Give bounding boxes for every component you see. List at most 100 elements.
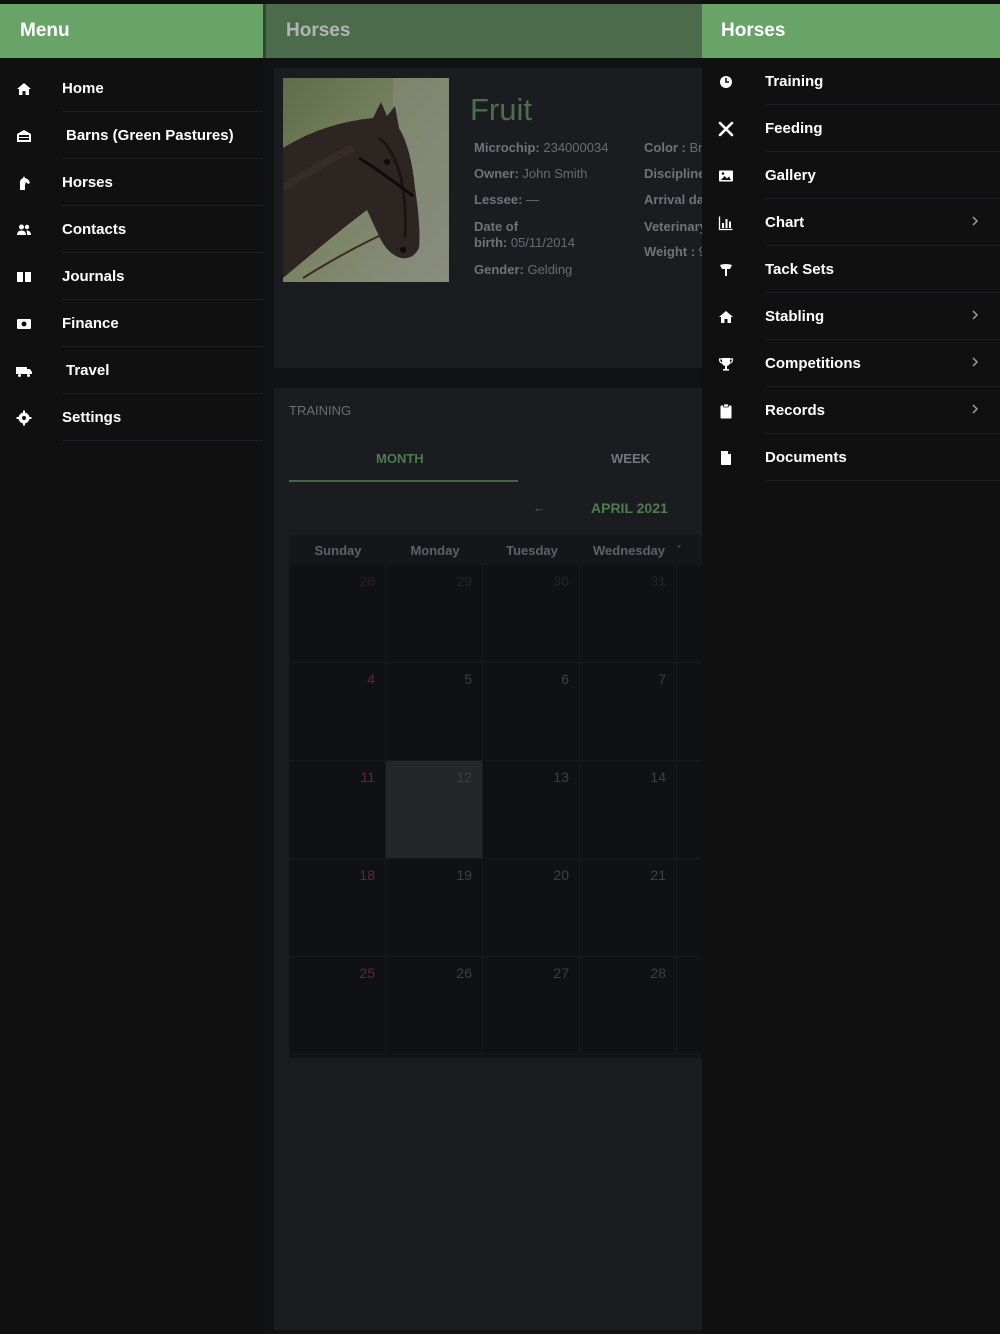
barn-icon bbox=[17, 130, 31, 142]
field-label: Arrival da bbox=[644, 192, 702, 207]
calendar-day[interactable]: 14 bbox=[580, 761, 677, 859]
calendar-day[interactable]: 26 bbox=[386, 957, 483, 1055]
menu-item-horses[interactable]: Horses bbox=[0, 159, 263, 206]
menu-list: Home Barns (Green Pastures) Horses Conta… bbox=[0, 65, 263, 441]
calendar-day[interactable]: 25 bbox=[289, 957, 386, 1055]
tab-week[interactable]: WEEK bbox=[611, 451, 650, 466]
calendar-day[interactable] bbox=[677, 761, 702, 859]
month-calendar: Sunday Monday Tuesday Wednesday ` 28 29 … bbox=[289, 535, 702, 1058]
day-number: 29 bbox=[456, 573, 472, 589]
menu-item-barns[interactable]: Barns (Green Pastures) bbox=[0, 112, 263, 159]
submenu-item-label: Chart bbox=[765, 214, 805, 231]
submenu-item-records[interactable]: Records bbox=[702, 387, 1000, 434]
calendar-weekday-header: Sunday Monday Tuesday Wednesday ` bbox=[289, 535, 702, 565]
calendar-day[interactable]: 13 bbox=[483, 761, 580, 859]
calendar-day[interactable]: 29 bbox=[386, 565, 483, 663]
menu-item-home[interactable]: Home bbox=[0, 65, 263, 112]
day-number: 21 bbox=[650, 867, 666, 883]
trophy-icon bbox=[718, 358, 734, 371]
calendar-day[interactable]: 28 bbox=[289, 565, 386, 663]
day-number: 20 bbox=[553, 867, 569, 883]
calendar-day[interactable]: 27 bbox=[483, 957, 580, 1055]
training-title: TRAINING bbox=[289, 403, 352, 418]
travel-icon bbox=[16, 367, 32, 377]
field-label: Color : bbox=[644, 140, 686, 155]
weekday-label: Wednesday bbox=[592, 543, 665, 558]
submenu-item-competitions[interactable]: Competitions bbox=[702, 340, 1000, 387]
submenu-item-stabling[interactable]: Stabling bbox=[702, 293, 1000, 340]
active-tab-indicator bbox=[289, 480, 518, 482]
journal-icon bbox=[17, 272, 31, 282]
calendar-day[interactable] bbox=[677, 859, 702, 957]
arrival-date-field: Arrival da bbox=[644, 192, 702, 208]
contacts-icon bbox=[17, 224, 31, 235]
horse-detail-page: Horses Fruit Microchip: 234000034 Owner: bbox=[263, 0, 702, 1334]
menu-item-travel[interactable]: Travel bbox=[0, 347, 263, 394]
field-value: Gelding bbox=[527, 262, 573, 277]
weight-field: Weight : 9 bbox=[644, 244, 702, 260]
submenu-item-documents[interactable]: Documents bbox=[702, 434, 1000, 481]
utensils-icon bbox=[718, 121, 734, 137]
submenu-list: Training Feeding Gallery Chart Tack Sets… bbox=[702, 58, 1000, 481]
calendar-day[interactable]: 19 bbox=[386, 859, 483, 957]
calendar-day[interactable]: 6 bbox=[483, 663, 580, 761]
day-number: 25 bbox=[359, 965, 375, 981]
weekday-label: Sunday bbox=[314, 543, 362, 558]
chevron-right-icon bbox=[972, 357, 979, 367]
calendar-day[interactable]: 28 bbox=[580, 957, 677, 1055]
day-number: 28 bbox=[359, 573, 375, 589]
submenu-item-gallery[interactable]: Gallery bbox=[702, 152, 1000, 199]
page-title: Horses bbox=[263, 4, 702, 58]
submenu-item-label: Records bbox=[765, 402, 826, 419]
day-number: 11 bbox=[360, 769, 375, 785]
submenu-item-tack-sets[interactable]: Tack Sets bbox=[702, 246, 1000, 293]
gender-field: Gender: Gelding bbox=[474, 262, 572, 278]
image-icon bbox=[719, 170, 733, 182]
calendar-day[interactable]: 11 bbox=[289, 761, 386, 859]
divider bbox=[62, 440, 263, 441]
menu-item-settings[interactable]: Settings bbox=[0, 394, 263, 441]
tack-icon bbox=[720, 264, 732, 276]
calendar-day[interactable]: 5 bbox=[386, 663, 483, 761]
weekday-label: Monday bbox=[410, 543, 460, 558]
day-number: 6 bbox=[561, 671, 569, 687]
submenu-item-label: Feeding bbox=[765, 120, 823, 137]
submenu-item-chart[interactable]: Chart bbox=[702, 199, 1000, 246]
calendar-day[interactable]: 30 bbox=[483, 565, 580, 663]
calendar-day[interactable]: 31 bbox=[580, 565, 677, 663]
calendar-day[interactable]: 20 bbox=[483, 859, 580, 957]
tab-month[interactable]: MONTH bbox=[376, 451, 424, 466]
submenu-item-label: Training bbox=[765, 73, 824, 90]
calendar-day[interactable]: 4 bbox=[289, 663, 386, 761]
submenu-item-label: Stabling bbox=[765, 308, 825, 325]
microchip-field: Microchip: 234000034 bbox=[474, 140, 608, 156]
previous-month-arrow-icon[interactable]: ← bbox=[533, 500, 546, 515]
calendar-day[interactable]: 21 bbox=[580, 859, 677, 957]
menu-item-contacts[interactable]: Contacts bbox=[0, 206, 263, 253]
day-number: 18 bbox=[359, 867, 375, 883]
chevron-right-icon bbox=[972, 216, 979, 226]
horse-photo[interactable] bbox=[283, 78, 449, 282]
submenu-item-label: Gallery bbox=[765, 167, 816, 184]
dob-field: Date of birth: 05/11/2014 bbox=[474, 219, 575, 251]
finance-icon bbox=[17, 319, 31, 329]
horse-name: Fruit bbox=[470, 92, 532, 127]
field-label: Owner: bbox=[474, 166, 519, 181]
submenu-item-feeding[interactable]: Feeding bbox=[702, 105, 1000, 152]
menu-item-journals[interactable]: Journals bbox=[0, 253, 263, 300]
calendar-day[interactable] bbox=[677, 957, 702, 1055]
lessee-field: Lessee: — bbox=[474, 192, 539, 208]
calendar-day[interactable]: 18 bbox=[289, 859, 386, 957]
calendar-day[interactable] bbox=[677, 565, 702, 663]
calendar-day-today[interactable]: 12 bbox=[386, 761, 483, 859]
day-number: 30 bbox=[553, 573, 569, 589]
calendar-day[interactable]: 7 bbox=[580, 663, 677, 761]
submenu-title: Horses bbox=[702, 4, 1000, 58]
menu-item-finance[interactable]: Finance bbox=[0, 300, 263, 347]
calendar-day[interactable] bbox=[677, 663, 702, 761]
field-label: Gender: bbox=[474, 262, 524, 277]
day-number: 13 bbox=[553, 769, 569, 785]
submenu-item-training[interactable]: Training bbox=[702, 58, 1000, 105]
field-label: Discipline bbox=[644, 166, 702, 181]
day-number: 12 bbox=[456, 769, 472, 785]
